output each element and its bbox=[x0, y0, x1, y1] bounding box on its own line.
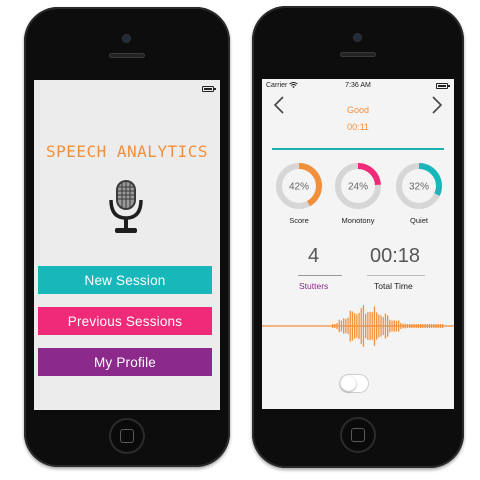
monotony-donut-chart: 24% bbox=[335, 163, 381, 209]
waveform-bar-43 bbox=[426, 324, 428, 328]
waveform-bar-9 bbox=[351, 311, 354, 341]
status-time: 7:36 AM bbox=[345, 82, 371, 89]
home-button[interactable] bbox=[340, 417, 376, 453]
phone-left: SPEECH ANALYTICS New Session Previous Se… bbox=[24, 7, 230, 467]
waveform-bar-48 bbox=[437, 324, 439, 328]
battery-icon bbox=[436, 83, 450, 89]
waveform-bar-17 bbox=[369, 311, 371, 341]
waveform-bar-6 bbox=[345, 318, 347, 334]
new-session-button[interactable]: New Session bbox=[38, 266, 212, 294]
waveform-bar-7 bbox=[347, 317, 349, 335]
score-donut-chart: 42% bbox=[276, 163, 322, 209]
divider-line bbox=[272, 148, 444, 150]
score-value: 42% bbox=[289, 182, 309, 193]
previous-sessions-button[interactable]: Previous Sessions bbox=[38, 307, 212, 335]
microphone-icon bbox=[109, 180, 143, 233]
stutters-underline bbox=[298, 275, 342, 276]
waveform-bar-5 bbox=[343, 318, 345, 334]
waveform-bar-2 bbox=[336, 323, 338, 329]
waveform-bar-45 bbox=[431, 324, 433, 328]
camera-lens bbox=[354, 34, 361, 41]
waveform-bar-0 bbox=[332, 324, 334, 328]
playback-toggle[interactable] bbox=[340, 375, 368, 392]
total-time-label: Total Time bbox=[374, 281, 413, 291]
waveform-bar-11 bbox=[356, 314, 358, 338]
waveform-bar-28 bbox=[393, 320, 395, 332]
waveform-bar-38 bbox=[415, 324, 417, 328]
waveform-bar-14 bbox=[362, 305, 365, 347]
waveform-bar-4 bbox=[340, 320, 343, 332]
waveform-bar-18 bbox=[371, 312, 373, 340]
earpiece-speaker bbox=[340, 52, 376, 57]
waveform-bar-35 bbox=[409, 323, 411, 329]
waveform-bar-24 bbox=[384, 313, 387, 339]
waveform-bar-1 bbox=[334, 324, 336, 328]
audio-waveform bbox=[262, 305, 454, 347]
phone-right: Carrier 7:36 AM Good 00:11 42% 24% 32% S… bbox=[252, 6, 464, 468]
waveform-bar-3 bbox=[338, 319, 340, 333]
waveform-bar-46 bbox=[433, 324, 435, 328]
waveform-bar-27 bbox=[391, 320, 393, 332]
waveform-bar-13 bbox=[360, 308, 362, 344]
session-screen: Carrier 7:36 AM Good 00:11 42% 24% 32% S… bbox=[262, 79, 454, 409]
waveform-bar-37 bbox=[413, 324, 415, 328]
waveform-bar-25 bbox=[387, 315, 389, 337]
quiet-value: 32% bbox=[409, 182, 429, 193]
waveform-bar-33 bbox=[404, 323, 406, 329]
home-screen: SPEECH ANALYTICS New Session Previous Se… bbox=[34, 80, 220, 410]
waveform-bar-8 bbox=[349, 310, 351, 342]
earpiece-speaker bbox=[109, 53, 145, 58]
waveform-bar-16 bbox=[367, 312, 369, 340]
waveform-bar-40 bbox=[420, 324, 422, 328]
waveform-bar-44 bbox=[428, 324, 431, 328]
waveform-bar-23 bbox=[382, 317, 384, 335]
my-profile-button[interactable]: My Profile bbox=[38, 348, 212, 376]
waveform-bar-30 bbox=[398, 320, 400, 332]
waveform-bar-36 bbox=[411, 324, 413, 328]
waveform-bar-31 bbox=[400, 323, 402, 329]
total-time-value: 00:18 bbox=[370, 245, 421, 267]
waveform-bar-10 bbox=[354, 313, 356, 339]
waveform-bar-26 bbox=[389, 319, 391, 333]
session-elapsed: 00:11 bbox=[347, 122, 369, 132]
quiet-donut-chart: 32% bbox=[396, 163, 442, 209]
quiet-label: Quiet bbox=[410, 216, 428, 225]
stutters-label: Stutters bbox=[299, 281, 329, 291]
waveform-bar-15 bbox=[365, 313, 367, 339]
app-title: SPEECH ANALYTICS bbox=[45, 142, 209, 161]
waveform-bar-12 bbox=[358, 312, 360, 339]
session-rating: Good bbox=[346, 105, 370, 115]
waveform-bar-39 bbox=[417, 324, 420, 328]
waveform-bar-34 bbox=[406, 324, 409, 328]
waveform-bar-50 bbox=[442, 324, 444, 328]
home-button[interactable] bbox=[109, 418, 145, 454]
waveform-bar-41 bbox=[422, 324, 424, 328]
battery-icon bbox=[202, 86, 216, 92]
waveform-bar-29 bbox=[395, 320, 398, 332]
waveform-bar-20 bbox=[376, 312, 378, 340]
score-label: Score bbox=[289, 216, 309, 225]
monotony-label: Monotony bbox=[341, 216, 375, 225]
waveform-bar-22 bbox=[380, 315, 382, 337]
monotony-value: 24% bbox=[348, 182, 368, 193]
waveform-bar-21 bbox=[378, 314, 380, 338]
waveform-bar-42 bbox=[424, 324, 426, 328]
total-time-underline bbox=[367, 275, 425, 276]
waveform-bar-49 bbox=[439, 324, 442, 328]
waveform-bar-32 bbox=[402, 323, 404, 329]
camera-lens bbox=[123, 35, 130, 42]
stutters-count: 4 bbox=[308, 245, 320, 267]
toggle-knob bbox=[341, 376, 356, 391]
waveform-bar-19 bbox=[373, 306, 376, 346]
waveform-bar-47 bbox=[435, 324, 437, 328]
